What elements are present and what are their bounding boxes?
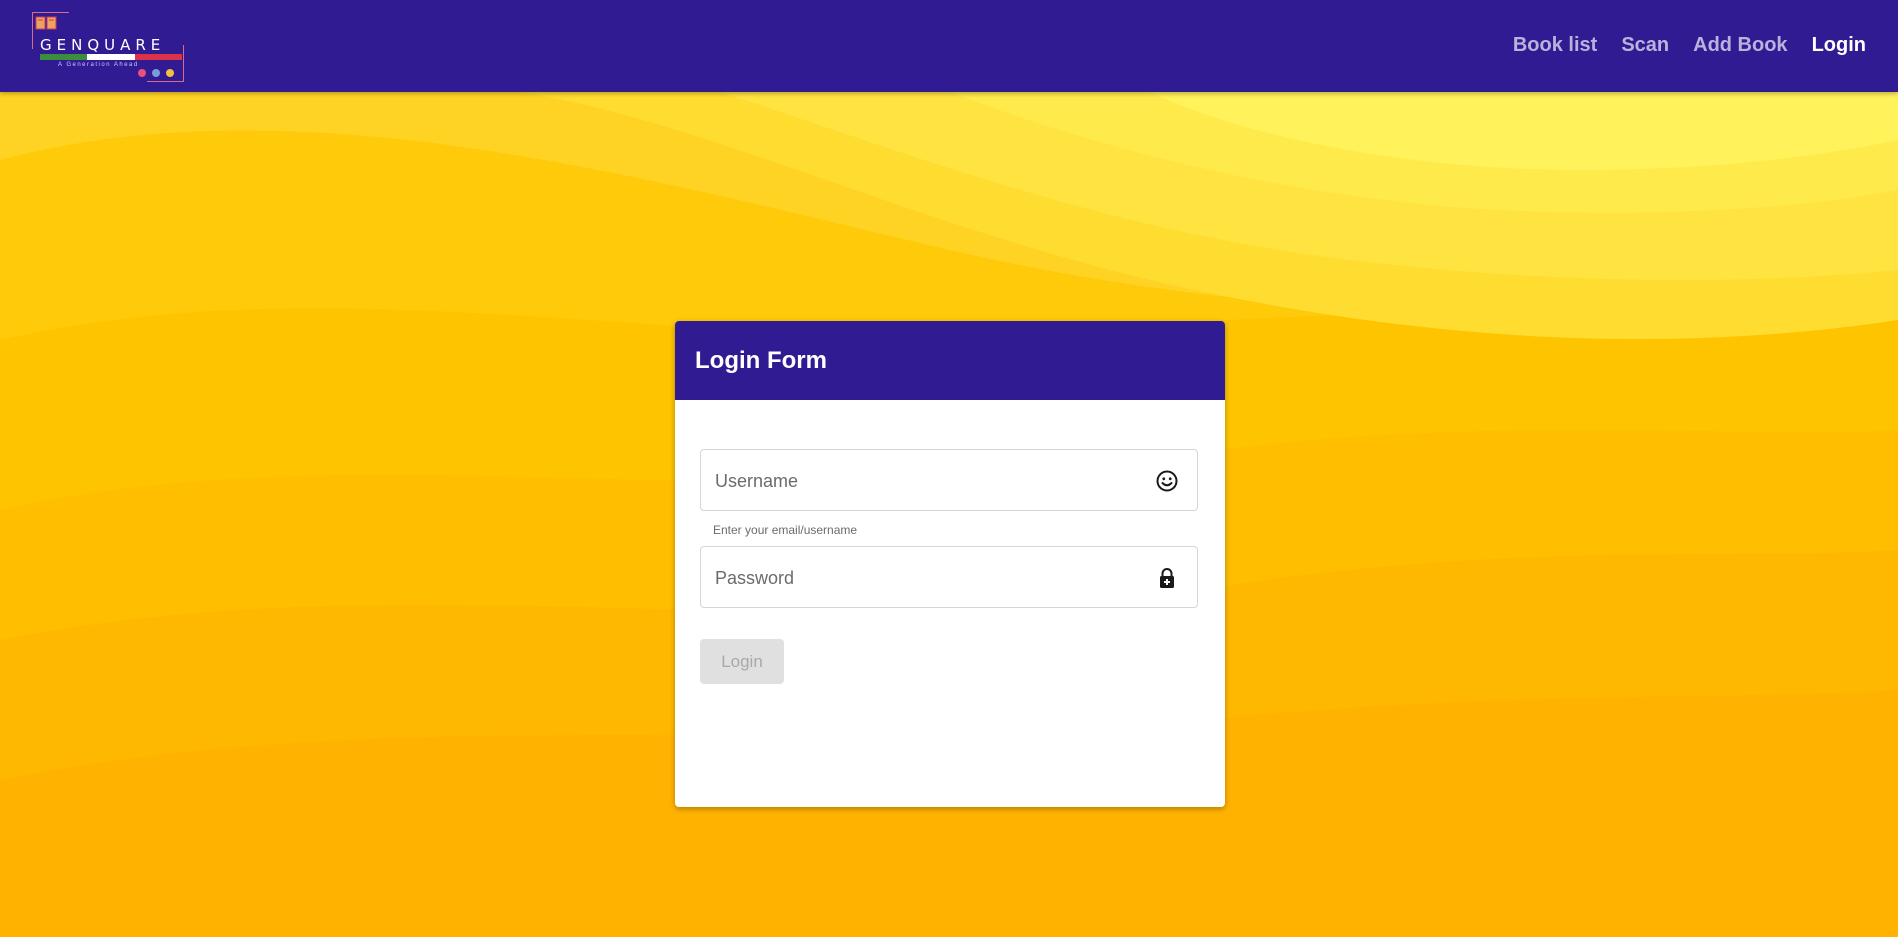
password-field[interactable]: [700, 546, 1198, 609]
nav-book-list[interactable]: Book list: [1513, 34, 1597, 57]
password-input[interactable]: [713, 547, 1137, 609]
login-card: Login Form Enter your email/username Log…: [675, 321, 1225, 807]
smiley-face-icon: [1156, 470, 1178, 492]
nav-scan[interactable]: Scan: [1621, 34, 1669, 57]
brand-logo[interactable]: GENQUARE A Generation Ahead: [32, 12, 184, 82]
logo-dots: [138, 69, 174, 77]
top-navbar: GENQUARE A Generation Ahead Book list Sc…: [0, 0, 1898, 92]
username-input[interactable]: [713, 450, 1137, 512]
brand-name: GENQUARE: [40, 36, 166, 54]
login-form-title: Login Form: [675, 321, 1225, 400]
nav-links: Book list Scan Add Book Login: [1513, 34, 1866, 57]
nav-add-book[interactable]: Add Book: [1693, 34, 1787, 57]
username-hint: Enter your email/username: [713, 523, 858, 537]
nav-login[interactable]: Login: [1812, 34, 1866, 57]
open-book-icon: [35, 16, 57, 30]
login-button[interactable]: Login: [700, 639, 784, 684]
logo-stripes: [40, 54, 182, 60]
username-field[interactable]: [700, 449, 1198, 512]
lock-plus-icon: [1160, 568, 1174, 588]
brand-tagline: A Generation Ahead: [58, 62, 139, 68]
